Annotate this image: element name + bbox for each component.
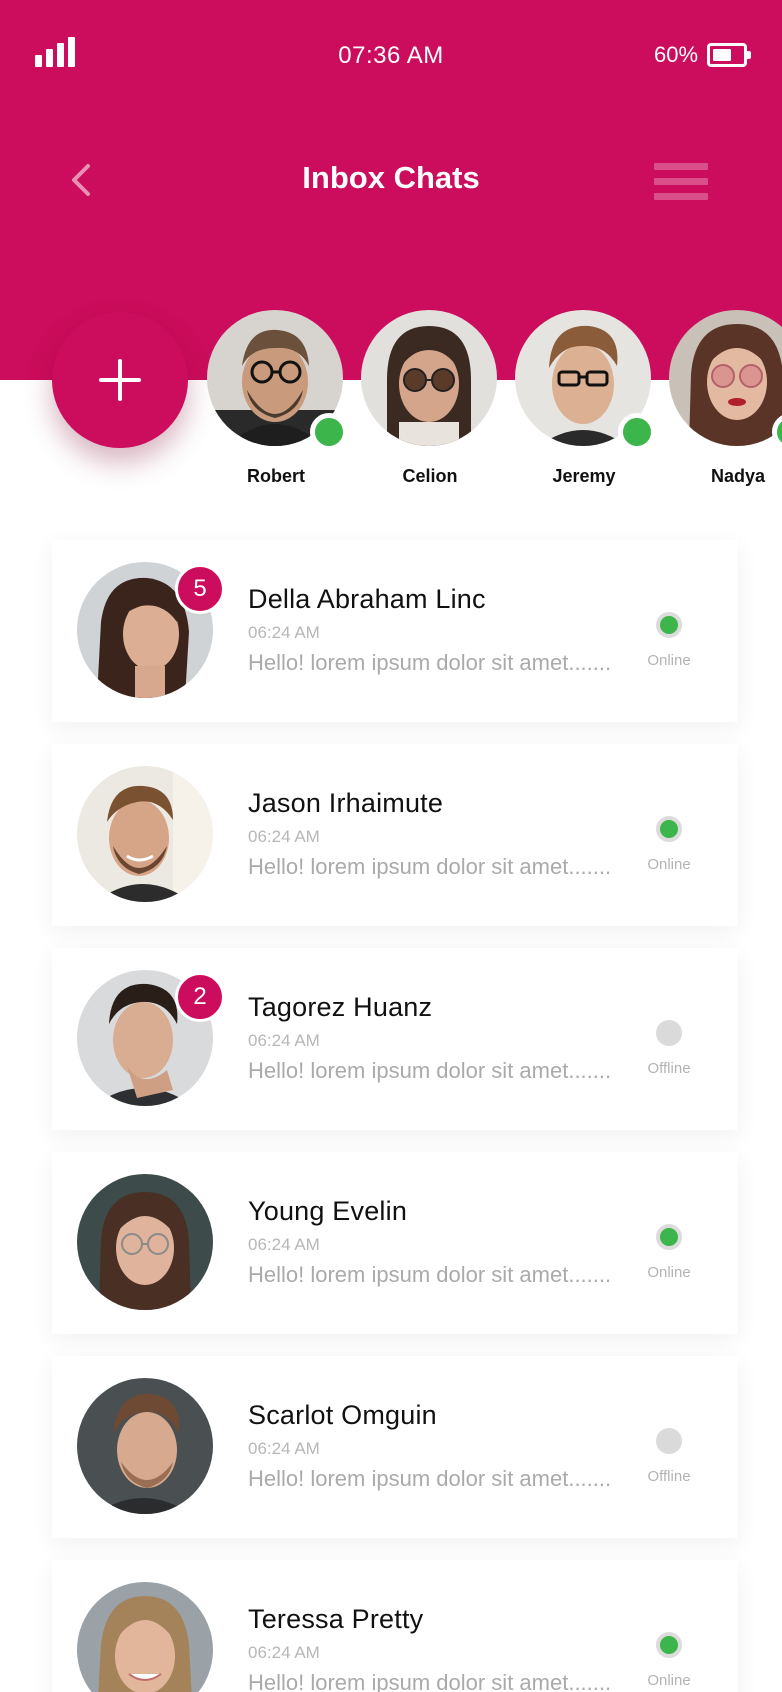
- story-name: Robert: [247, 466, 305, 486]
- online-status-dot: [656, 1632, 682, 1658]
- status-label: Online: [647, 1672, 691, 1689]
- unread-badge: 5: [175, 564, 225, 614]
- online-status-dot: [656, 816, 682, 842]
- chat-preview: Hello! lorem ipsum dolor sit amet.......: [248, 1466, 612, 1491]
- chat-preview: Hello! lorem ipsum dolor sit amet.......: [248, 1670, 612, 1692]
- online-status-dot: [656, 612, 682, 638]
- story-name: Nadya: [710, 466, 766, 486]
- chat-name: Jason Irhaimute: [248, 788, 444, 818]
- online-indicator: [310, 413, 348, 451]
- chat-time: 06:24 AM: [248, 1235, 320, 1254]
- battery-percentage: 60%: [654, 42, 699, 67]
- avatar: [77, 1378, 213, 1514]
- offline-status-dot: [656, 1428, 682, 1454]
- plus-icon: [99, 359, 141, 401]
- chat-item-teressa-pretty[interactable]: Teressa Pretty 06:24 AM Hello! lorem ips…: [52, 1560, 738, 1692]
- chat-time: 06:24 AM: [248, 1031, 320, 1050]
- story-name: Celion: [402, 466, 458, 486]
- avatar: [361, 310, 497, 446]
- offline-status-dot: [656, 1020, 682, 1046]
- chat-name: Della Abraham Linc: [248, 584, 486, 614]
- story-item-jeremy[interactable]: Jeremy: [512, 310, 656, 490]
- unread-badge: 2: [175, 972, 225, 1022]
- chat-preview: Hello! lorem ipsum dolor sit amet.......: [248, 650, 612, 675]
- chat-item-young-evelin[interactable]: Young Evelin 06:24 AM Hello! lorem ipsum…: [52, 1152, 738, 1334]
- battery-icon: [707, 43, 751, 67]
- chat-item-jason-irhaimute[interactable]: Jason Irhaimute 06:24 AM Hello! lorem ip…: [52, 744, 738, 926]
- online-indicator: [618, 413, 656, 451]
- story-item-nadya[interactable]: Nadya: [666, 310, 782, 490]
- chat-time: 06:24 AM: [248, 827, 320, 846]
- chat-preview: Hello! lorem ipsum dolor sit amet.......: [248, 1058, 612, 1083]
- avatar: [77, 766, 213, 902]
- menu-icon[interactable]: [654, 163, 708, 201]
- chat-item-della-abraham-linc[interactable]: 5 Della Abraham Linc 06:24 AM Hello! lor…: [52, 540, 738, 722]
- avatar: [669, 310, 782, 446]
- avatar: [77, 1582, 213, 1692]
- status-label: Online: [647, 1264, 691, 1281]
- chat-name: Scarlot Omguin: [248, 1400, 437, 1430]
- status-label: Online: [647, 652, 691, 669]
- story-item-celion[interactable]: Celion: [358, 310, 498, 490]
- chat-item-tagorez-huanz[interactable]: 2 Tagorez Huanz 06:24 AM Hello! lorem ip…: [52, 948, 738, 1130]
- online-status-dot: [656, 1224, 682, 1250]
- chat-time: 06:24 AM: [248, 1643, 320, 1662]
- status-label: Online: [647, 856, 691, 873]
- chat-time: 06:24 AM: [248, 623, 320, 642]
- status-label: Offline: [647, 1060, 691, 1077]
- chat-name: Tagorez Huanz: [248, 992, 433, 1022]
- chat-preview: Hello! lorem ipsum dolor sit amet.......: [248, 854, 612, 879]
- status-label: Offline: [647, 1468, 691, 1485]
- add-chat-button[interactable]: [52, 312, 188, 448]
- chat-item-scarlot-omguin[interactable]: Scarlot Omguin 06:24 AM Hello! lorem ips…: [52, 1356, 738, 1538]
- status-bar: 07:36 AM 60%: [0, 0, 782, 110]
- story-name: Jeremy: [552, 466, 616, 486]
- chat-name: Young Evelin: [248, 1196, 408, 1226]
- chat-name: Teressa Pretty: [248, 1604, 424, 1634]
- avatar: [77, 1174, 213, 1310]
- story-item-robert[interactable]: Robert: [204, 310, 348, 490]
- chat-preview: Hello! lorem ipsum dolor sit amet.......: [248, 1262, 612, 1287]
- chat-time: 06:24 AM: [248, 1439, 320, 1458]
